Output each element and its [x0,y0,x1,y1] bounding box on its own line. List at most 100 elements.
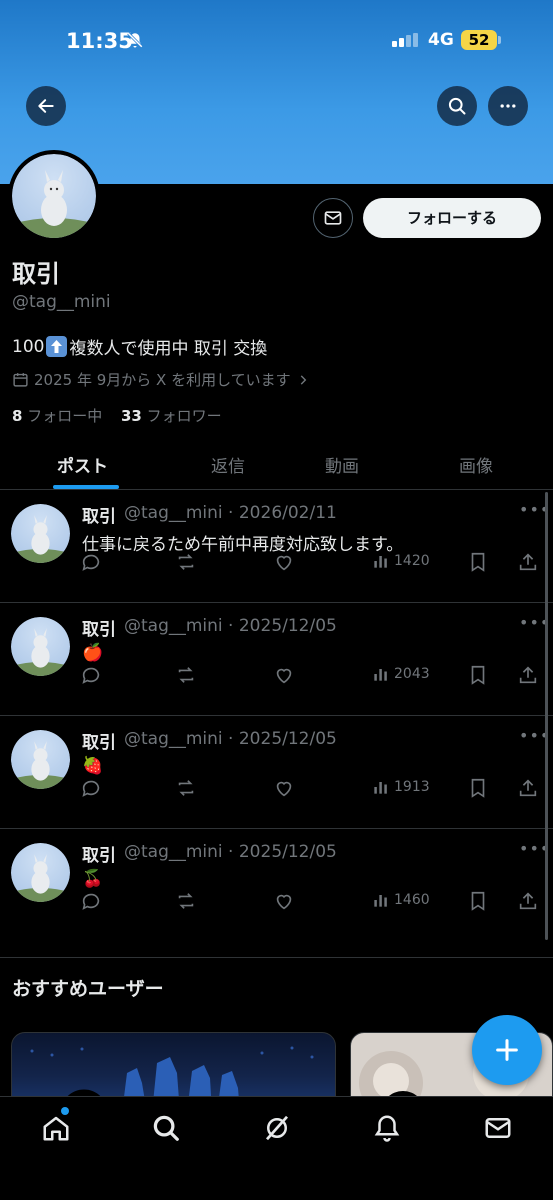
following-label: フォロー中 [22,407,103,425]
bio-prefix: 100 [12,336,45,357]
repost-button[interactable] [175,777,197,799]
reply-button[interactable] [80,890,102,912]
share-button[interactable] [517,664,539,686]
like-button[interactable] [273,890,295,912]
post-avatar[interactable] [11,504,70,563]
bookmark-button[interactable] [467,664,489,686]
section-divider [0,957,553,958]
post-actions: 1460 [80,890,540,916]
follow-button[interactable]: フォローする [363,198,541,238]
post-meta: @tag__mini · 2025/12/05 [124,842,337,862]
bio-text: 複数人で使用中 取引 交換 [69,339,268,359]
scrollbar[interactable] [545,492,548,940]
analytics-icon [374,556,387,568]
home-icon[interactable] [41,1113,71,1143]
views-button[interactable]: 1420 [371,551,430,571]
message-button[interactable] [313,198,353,238]
like-button[interactable] [273,664,295,686]
post-avatar[interactable] [11,617,70,676]
reply-button[interactable] [80,664,102,686]
post-item[interactable]: 取引 @tag__mini · 2025/12/05 ••• 🍒 1460 [0,829,553,942]
reply-button[interactable] [80,551,102,573]
heart-icon [276,781,292,797]
recommended-users-title: おすすめユーザー [12,978,164,1000]
joined-text: 2025 年 9月から X を利用しています [34,371,291,389]
post-author-name: 取引 [82,507,116,527]
repost-button[interactable] [175,890,197,912]
repost-icon [178,780,194,796]
share-icon [519,779,537,797]
search-nav-icon[interactable] [151,1113,181,1143]
repost-icon [178,667,194,683]
analytics-icon [374,782,387,794]
reply-icon [82,667,100,684]
messages-icon[interactable] [483,1113,513,1143]
bookmark-icon [471,891,485,911]
bookmark-icon [471,552,485,572]
search-button[interactable] [437,86,477,126]
post-item[interactable]: 取引 @tag__mini · 2026/02/11 ••• 仕事に戻るため午前… [0,490,553,603]
signal-icon [392,33,418,47]
post-meta: @tag__mini · 2025/12/05 [124,616,337,636]
share-button[interactable] [517,777,539,799]
tab-posts[interactable]: ポスト [57,452,108,477]
post-text: 🍓 [82,756,104,776]
arrow-left-icon [38,99,54,113]
active-tab-indicator [53,485,119,489]
post-item[interactable]: 取引 @tag__mini · 2025/12/05 ••• 🍓 1913 [0,716,553,829]
bookmark-button[interactable] [467,777,489,799]
like-button[interactable] [273,777,295,799]
post-avatar[interactable] [11,843,70,902]
share-button[interactable] [517,551,539,573]
network-type: 4G [428,30,454,50]
post-actions: 2043 [80,664,540,690]
post-author-name: 取引 [82,846,116,866]
post-meta: @tag__mini · 2025/12/05 [124,729,337,749]
profile-bio: 100 複数人で使用中 取引 交換 [12,334,267,359]
share-button[interactable] [517,890,539,912]
more-options-button[interactable] [488,86,528,126]
bookmark-button[interactable] [467,551,489,573]
profile-avatar[interactable] [8,150,100,242]
reply-icon [82,893,100,910]
reply-icon [82,780,100,797]
grok-icon[interactable] [262,1113,292,1143]
battery-tip [498,36,501,44]
views-button[interactable]: 1460 [371,890,430,910]
followers-label: フォロワー [141,407,222,425]
search-icon [448,97,466,115]
joined-date-link[interactable]: 2025 年 9月から X を利用しています [12,369,310,390]
reply-button[interactable] [80,777,102,799]
following-count: 8 [12,407,23,425]
heart-icon [276,894,292,910]
tab-videos[interactable]: 動画 [325,452,359,477]
plus-icon [496,1039,518,1061]
followers-link[interactable]: 33 フォロワー [121,407,222,425]
post-meta: @tag__mini · 2026/02/11 [124,503,337,523]
repost-icon [178,554,194,570]
share-icon [519,666,537,684]
bookmark-icon [471,778,485,798]
views-button[interactable]: 1913 [371,777,430,797]
views-count: 1460 [394,892,430,908]
repost-button[interactable] [175,664,197,686]
views-count: 1420 [394,553,430,569]
post-item[interactable]: 取引 @tag__mini · 2025/12/05 ••• 🍎 2043 [0,603,553,716]
tab-images[interactable]: 画像 [459,452,493,477]
bottom-navigation [0,1096,553,1200]
post-text: 🍎 [82,643,104,663]
bell-muted-icon [127,32,143,48]
following-link[interactable]: 8 フォロー中 [12,407,102,425]
tab-replies[interactable]: 返信 [211,452,245,477]
bookmark-button[interactable] [467,890,489,912]
views-button[interactable]: 2043 [371,664,430,684]
share-icon [519,553,537,571]
compose-post-button[interactable] [472,1015,542,1085]
repost-button[interactable] [175,551,197,573]
back-button[interactable] [26,86,66,126]
post-avatar[interactable] [11,730,70,789]
post-author-name: 取引 [82,620,116,640]
notifications-icon[interactable] [372,1113,402,1143]
calendar-icon [13,373,28,387]
like-button[interactable] [273,551,295,573]
